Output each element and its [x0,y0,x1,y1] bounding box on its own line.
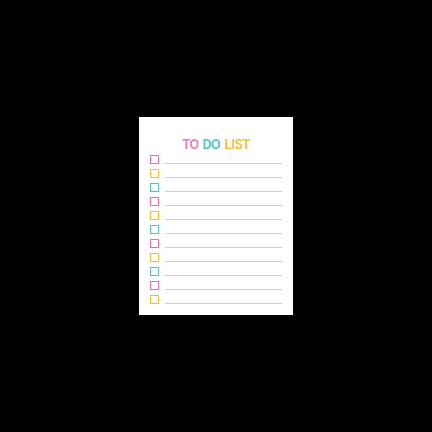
writing-line [165,163,282,164]
checkbox[interactable] [150,169,159,178]
writing-line [165,261,282,262]
writing-line [165,303,282,304]
checklist-item [150,266,282,278]
checkbox[interactable] [150,295,159,304]
checklist-item [150,168,282,180]
checklist-item [150,210,282,222]
checklist-item [150,280,282,292]
checklist-item [150,294,282,306]
checkbox[interactable] [150,155,159,164]
checklist-item [150,224,282,236]
checklist-item [150,182,282,194]
checkbox[interactable] [150,267,159,276]
writing-line [165,205,282,206]
checkbox[interactable] [150,211,159,220]
writing-line [165,191,282,192]
checkbox[interactable] [150,225,159,234]
checkbox[interactable] [150,281,159,290]
checklist [139,117,293,315]
writing-line [165,219,282,220]
checkbox[interactable] [150,183,159,192]
writing-line [165,289,282,290]
writing-line [165,247,282,248]
checkbox[interactable] [150,239,159,248]
writing-line [165,275,282,276]
checklist-item [150,252,282,264]
checkbox[interactable] [150,253,159,262]
checklist-item [150,196,282,208]
writing-line [165,177,282,178]
todo-list-card: TO DO LIST [139,117,293,315]
background: TO DO LIST [0,0,432,432]
writing-line [165,233,282,234]
checkbox[interactable] [150,197,159,206]
checklist-item [150,238,282,250]
checklist-item [150,154,282,166]
